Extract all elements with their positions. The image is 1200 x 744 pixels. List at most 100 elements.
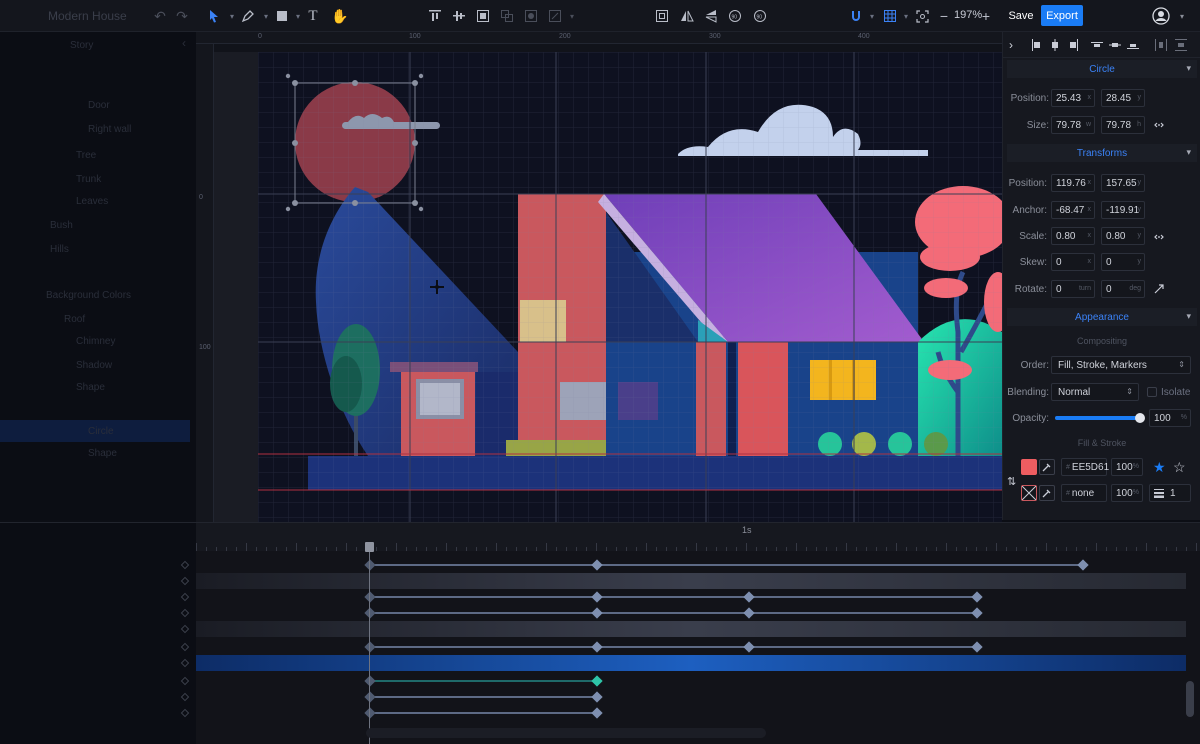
layer-row[interactable]: Tree — [0, 144, 190, 166]
chevron-down-icon[interactable]: ▾ — [562, 6, 582, 26]
circle-height[interactable]: 79.78 h — [1101, 116, 1145, 134]
redo-icon[interactable]: ↷ — [172, 6, 192, 26]
timeline-track[interactable] — [196, 573, 1186, 589]
hand-tool-icon[interactable]: ✋ — [330, 6, 350, 26]
rotate-turn[interactable]: 0 turn — [1051, 280, 1095, 298]
fill-hex-input[interactable]: # EE5D61 — [1061, 458, 1109, 476]
section-appearance-header[interactable]: Appearance ▾ — [1007, 308, 1197, 326]
anchor-y[interactable]: -119.91 y — [1101, 201, 1145, 219]
keyframe[interactable] — [591, 591, 603, 603]
scale-x[interactable]: 0.80 x — [1051, 227, 1095, 245]
circle-width[interactable]: 79.78 w — [1051, 116, 1095, 134]
keyframe[interactable] — [364, 591, 376, 603]
zoom-in-button[interactable]: + — [976, 6, 996, 26]
group-icon[interactable] — [473, 6, 493, 26]
flip-horizontal-icon[interactable] — [677, 6, 697, 26]
zoom-out-button[interactable]: − — [934, 6, 954, 26]
eyedropper-icon[interactable] — [1039, 485, 1055, 501]
link-icon[interactable] — [1153, 118, 1165, 136]
text-tool-icon[interactable]: T — [303, 6, 323, 26]
keyframe[interactable] — [971, 641, 983, 653]
layer-row[interactable]: Roof — [0, 308, 190, 330]
layer-row[interactable]: Bush — [0, 214, 190, 236]
chevron-right-icon[interactable]: › — [1005, 38, 1017, 52]
chevron-down-icon[interactable]: ▾ — [862, 6, 882, 26]
layer-row[interactable]: Background Colors — [0, 284, 190, 306]
distribute-horizontal-icon[interactable] — [1155, 39, 1167, 51]
anchor-x[interactable]: -68.47 x — [1051, 201, 1095, 219]
blending-select[interactable]: Normal ⇕ — [1051, 383, 1139, 401]
rotate-ccw-90-icon[interactable]: 90 — [725, 6, 745, 26]
timeline-h-scrollbar[interactable] — [366, 728, 766, 738]
star-filled-icon[interactable]: ★ — [1153, 459, 1166, 476]
align-left-icon[interactable] — [1031, 39, 1043, 51]
keyframe[interactable] — [743, 641, 755, 653]
timeline-track[interactable] — [196, 655, 1186, 671]
layer-row[interactable]: Story — [0, 34, 190, 56]
section-transforms-header[interactable]: Transforms ▾ — [1007, 144, 1197, 162]
keyframe[interactable] — [1077, 559, 1089, 571]
canvas[interactable]: 0 100 200 300 400 0 100 — [196, 32, 1002, 522]
user-avatar-icon[interactable] — [1150, 6, 1172, 26]
transform-position-x[interactable]: 119.76 x — [1051, 174, 1095, 192]
keyframe[interactable] — [364, 707, 376, 719]
keyframe[interactable] — [591, 559, 603, 571]
keyframe[interactable] — [364, 607, 376, 619]
align-middle-icon[interactable] — [449, 6, 469, 26]
align-top-edge-icon[interactable] — [1091, 39, 1103, 51]
keyframe[interactable] — [591, 707, 603, 719]
fill-color-swatch[interactable] — [1021, 459, 1037, 475]
order-select[interactable]: Fill, Stroke, Markers ⇕ — [1051, 356, 1191, 374]
skew-y[interactable]: 0y — [1101, 253, 1145, 271]
playhead-handle[interactable] — [365, 542, 374, 552]
layer-row[interactable]: Trunk — [0, 168, 190, 190]
transform-position-y[interactable]: 157.65 y — [1101, 174, 1145, 192]
link-icon[interactable] — [1153, 230, 1165, 248]
timeline-scrollbar[interactable] — [1186, 681, 1194, 717]
flip-vertical-icon[interactable] — [701, 6, 721, 26]
opacity-slider-thumb[interactable] — [1135, 413, 1145, 423]
stroke-opacity-input[interactable]: 100% — [1111, 484, 1143, 502]
keyframe[interactable] — [364, 675, 376, 687]
time-ruler[interactable]: 1s — [196, 523, 1200, 551]
undo-icon[interactable]: ↶ — [150, 6, 170, 26]
align-center-v-icon[interactable] — [1109, 39, 1121, 51]
mask-icon[interactable] — [521, 6, 541, 26]
fullscreen-icon[interactable] — [912, 6, 932, 26]
rotate-cw-90-icon[interactable]: 90 — [750, 6, 770, 26]
keyframe[interactable] — [743, 591, 755, 603]
keyframe[interactable] — [743, 607, 755, 619]
chevron-down-icon[interactable]: ▾ — [1172, 6, 1192, 26]
save-button[interactable]: Save — [1004, 5, 1038, 27]
align-top-icon[interactable] — [425, 6, 445, 26]
keyframe[interactable] — [364, 559, 376, 571]
opacity-slider[interactable] — [1055, 413, 1145, 423]
star-outline-icon[interactable]: ☆ — [1173, 459, 1186, 476]
timeline-track[interactable] — [196, 621, 1186, 637]
scale-y[interactable]: 0.80 y — [1101, 227, 1145, 245]
keyframe[interactable] — [364, 641, 376, 653]
layer-row[interactable] — [0, 62, 190, 84]
align-center-h-icon[interactable] — [1049, 39, 1061, 51]
align-bottom-edge-icon[interactable] — [1127, 39, 1139, 51]
rotate-origin-icon[interactable] — [1153, 282, 1166, 300]
keyframe[interactable] — [591, 675, 603, 687]
circle-position-y[interactable]: 28.45 y — [1101, 89, 1145, 107]
keyframe[interactable] — [364, 691, 376, 703]
keyframe[interactable] — [591, 691, 603, 703]
artboard[interactable] — [258, 52, 1002, 522]
rotate-deg[interactable]: 0 deg — [1101, 280, 1145, 298]
distribute-vertical-icon[interactable] — [1175, 39, 1187, 51]
stroke-hex-input[interactable]: # none — [1061, 484, 1107, 502]
align-right-icon[interactable] — [1067, 39, 1079, 51]
swap-fill-stroke-icon[interactable]: ⇅ — [1007, 475, 1016, 488]
fit-bounds-icon[interactable] — [652, 6, 672, 26]
skew-x[interactable]: 0x — [1051, 253, 1095, 271]
keyframe[interactable] — [971, 607, 983, 619]
fill-opacity-input[interactable]: 100% — [1111, 458, 1143, 476]
layer-row-selected[interactable]: Circle — [0, 420, 190, 442]
layer-row[interactable]: Shadow — [0, 354, 190, 376]
layer-row[interactable]: Shape — [0, 442, 190, 464]
layer-row[interactable]: Chimney — [0, 330, 190, 352]
layer-row[interactable]: Door — [0, 94, 190, 116]
